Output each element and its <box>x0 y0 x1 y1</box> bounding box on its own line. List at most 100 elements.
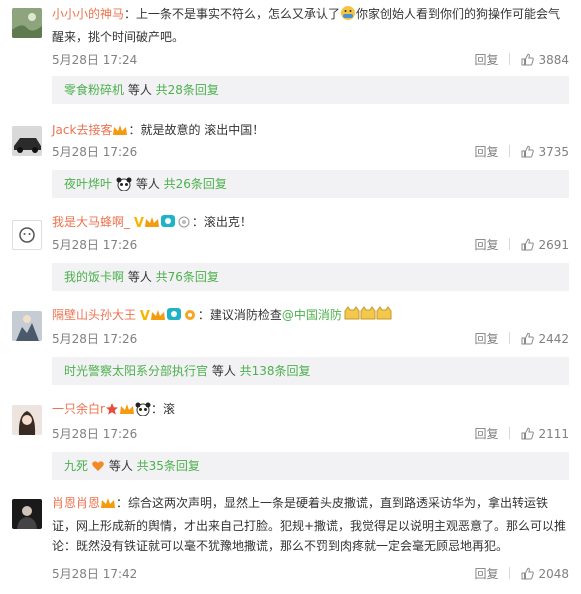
reply-button[interactable]: 回复 <box>474 143 498 160</box>
like-thumb-icon <box>521 145 535 161</box>
sub-reply-user[interactable]: 我的饭卡啊 <box>64 270 124 284</box>
like-count: 3735 <box>538 145 569 159</box>
sub-reply-user[interactable]: 时光警察太阳系分部执行官 <box>64 364 208 378</box>
heart-badge-icon <box>91 455 105 483</box>
like-thumb-icon <box>521 427 535 443</box>
divider <box>509 427 511 439</box>
comment-text: 一只余白r ：滚 <box>52 399 567 422</box>
username-link[interactable]: 小小小的神马 <box>52 7 124 21</box>
username-link[interactable]: 肖恩肖恩 <box>52 496 100 510</box>
comment-text: 小小小的神马：上一条不是事实不符么，怎么又承认了 你家创始人看到你们的狗操作可能会… <box>52 4 567 47</box>
sub-replies-box: 夜叶烨叶 等人 共26条回复 <box>52 170 569 198</box>
more-replies-link[interactable]: 共26条回复 <box>164 177 227 191</box>
like-button[interactable]: 2048 <box>521 567 569 583</box>
sub-reply-middle: 等人 <box>208 364 240 378</box>
vip-crown-icon <box>112 123 128 143</box>
avatar[interactable] <box>12 311 42 341</box>
comment-actions: 回复 3884 <box>474 51 569 69</box>
sub-reply-middle: 等人 <box>105 459 137 473</box>
username-link[interactable]: 隔壁山头孙大王 <box>52 308 136 322</box>
like-thumb-icon <box>521 53 535 69</box>
timestamp: 5月28日 17:24 <box>52 53 138 67</box>
panda-emoji-icon <box>135 402 151 422</box>
avatar[interactable] <box>12 126 42 156</box>
more-replies-link[interactable]: 共138条回复 <box>240 364 311 378</box>
medal-badge-icon <box>176 213 192 235</box>
avatar-image-icon <box>12 126 42 156</box>
verified-v-icon: V <box>139 309 150 324</box>
medal-badge-icon <box>182 306 198 328</box>
comment-meta: 5月28日 17:24 回复 3884 <box>52 51 569 67</box>
star-badge-icon <box>105 402 119 422</box>
sub-reply-user[interactable]: 零食粉碎机 <box>64 83 124 97</box>
verified-v-icon: V <box>133 216 144 231</box>
timestamp: 5月28日 17:26 <box>52 427 138 441</box>
reply-button[interactable]: 回复 <box>474 330 498 347</box>
username-link[interactable]: 我是大马蜂啊_ <box>52 215 130 229</box>
more-replies-link[interactable]: 共76条回复 <box>156 270 219 284</box>
comment-body: ：综合这两次声明，显然上一条是硬着头皮撒谎，直到路透采访华为，拿出转运铁证，网上… <box>52 496 567 553</box>
like-count: 2048 <box>538 567 569 581</box>
vip-crown-icon <box>119 402 135 422</box>
vip-crown-icon <box>144 215 160 235</box>
panda-emoji-icon <box>116 173 132 201</box>
reply-button[interactable]: 回复 <box>474 51 498 68</box>
comment-actions: 回复 3735 <box>474 143 569 161</box>
comment-body: ：建议消防检查 <box>197 308 282 322</box>
comment-body: ：滚 <box>150 402 175 416</box>
comment-body: ：上一条不是事实不符么，怎么又承认了 <box>124 7 341 21</box>
comment-meta: 5月28日 17:26 回复 3735 <box>52 143 569 159</box>
divider <box>509 238 511 250</box>
avatar[interactable] <box>12 220 42 250</box>
like-button[interactable]: 3884 <box>521 53 569 69</box>
like-count: 2111 <box>538 427 569 441</box>
like-thumb-icon <box>521 567 535 583</box>
avatar[interactable] <box>12 405 42 435</box>
sub-replies-box: 九死 等人 共35条回复 <box>52 452 569 480</box>
comment-meta: 5月28日 17:26 回复 2691 <box>52 236 569 252</box>
comment-actions: 回复 2442 <box>474 330 569 348</box>
comment-actions: 回复 2048 <box>474 565 569 583</box>
more-replies-link[interactable]: 共35条回复 <box>137 459 200 473</box>
reply-button[interactable]: 回复 <box>474 236 498 253</box>
reply-button[interactable]: 回复 <box>474 565 498 582</box>
comment-meta: 5月28日 17:26 回复 2442 <box>52 330 569 346</box>
timestamp: 5月28日 17:42 <box>52 567 138 581</box>
comment-text: 我是大马蜂啊_ V ：滚出克！ <box>52 212 567 235</box>
more-replies-link[interactable]: 共28条回复 <box>156 83 219 97</box>
comment-body: ：滚出克！ <box>191 215 252 229</box>
camera-badge-icon <box>160 213 176 235</box>
like-thumb-icon <box>521 332 535 348</box>
sub-replies-box: 零食粉碎机 等人 共28条回复 <box>52 76 569 104</box>
comment-meta: 5月28日 17:26 回复 2111 <box>52 425 569 441</box>
like-button[interactable]: 2111 <box>521 427 569 443</box>
reply-button[interactable]: 回复 <box>474 425 498 442</box>
sub-reply-middle: 等人 <box>132 177 164 191</box>
divider <box>509 332 511 344</box>
like-button[interactable]: 3735 <box>521 145 569 161</box>
like-thumb-icon <box>521 238 535 254</box>
like-button[interactable]: 2442 <box>521 332 569 348</box>
username-link[interactable]: Jack去接客 <box>52 123 112 137</box>
comment-meta: 5月28日 17:42 回复 2048 <box>52 565 569 581</box>
comment-actions: 回复 2691 <box>474 236 569 254</box>
like-button[interactable]: 2691 <box>521 238 569 254</box>
avatar[interactable] <box>12 8 42 38</box>
timestamp: 5月28日 17:26 <box>52 332 138 346</box>
sub-reply-user[interactable]: 夜叶烨叶 <box>64 177 112 191</box>
like-count: 2442 <box>538 332 569 346</box>
mention-link[interactable]: @中国消防 <box>282 308 342 322</box>
avatar-image-icon <box>12 405 42 435</box>
camera-badge-icon <box>166 306 182 328</box>
vip-crown-icon <box>150 308 166 328</box>
avatar-image-icon <box>12 8 42 38</box>
like-count: 2691 <box>538 238 569 252</box>
divider <box>509 145 511 157</box>
avatar[interactable] <box>12 499 42 529</box>
cat-emoji-icon <box>344 306 392 328</box>
username-link[interactable]: 一只余白r <box>52 402 105 416</box>
sub-replies-box: 我的饭卡啊 等人 共76条回复 <box>52 263 569 291</box>
sub-replies-box: 时光警察太阳系分部执行官 等人 共138条回复 <box>52 357 569 385</box>
sub-reply-user[interactable]: 九死 <box>64 459 88 473</box>
sub-reply-middle: 等人 <box>124 83 156 97</box>
